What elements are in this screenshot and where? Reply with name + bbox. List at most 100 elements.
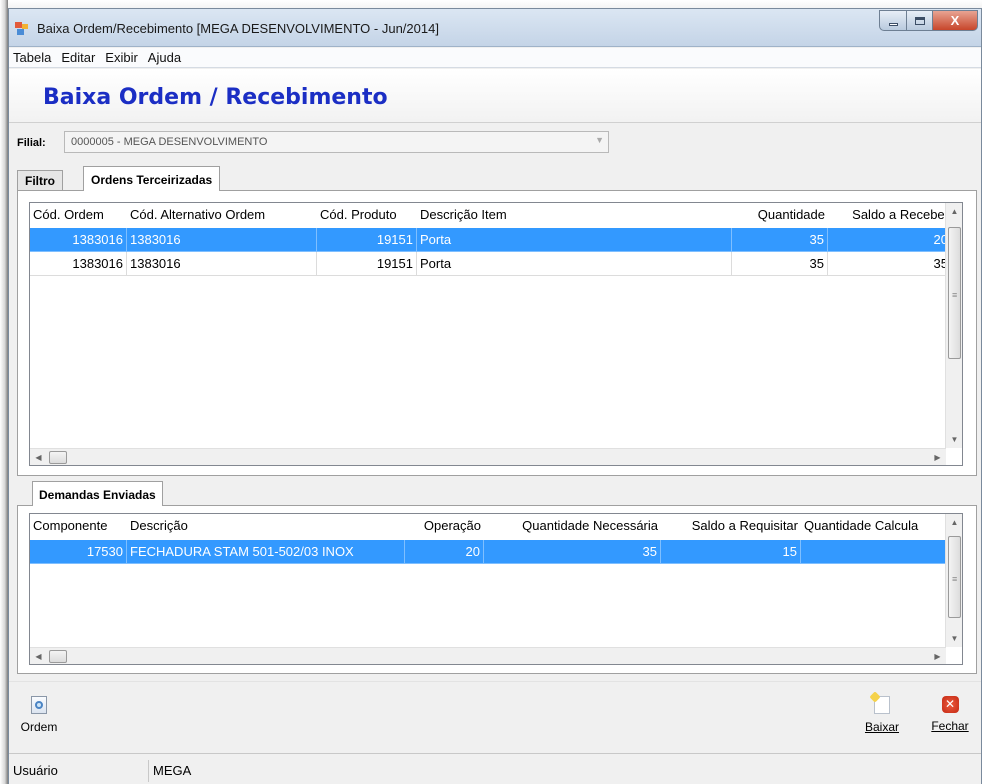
- cell-cod-produto: 19151: [317, 252, 417, 276]
- menu-tabela[interactable]: Tabela: [13, 50, 51, 65]
- orders-grid[interactable]: Cód. Ordem Cód. Alternativo Ordem Cód. P…: [29, 202, 963, 466]
- page-header: Baixa Ordem / Recebimento: [9, 69, 981, 123]
- col-saldo-receber[interactable]: Saldo a Receber: [828, 203, 952, 227]
- minimize-icon: [888, 23, 898, 26]
- scroll-thumb[interactable]: ≡: [948, 227, 961, 359]
- col-quantidade[interactable]: Quantidade: [732, 203, 828, 227]
- grip-icon: ≡: [952, 290, 958, 300]
- scroll-up-icon[interactable]: ▲: [946, 203, 962, 220]
- maximize-button[interactable]: [906, 10, 932, 31]
- menu-ajuda[interactable]: Ajuda: [148, 50, 181, 65]
- scroll-left-icon[interactable]: ◀: [30, 648, 47, 664]
- table-row[interactable]: 1383016 1383016 19151 Porta 35 35: [30, 252, 952, 276]
- orders-vertical-scrollbar[interactable]: ▲ ≡ ▼: [945, 203, 962, 448]
- status-bar: Usuário MEGA: [9, 753, 981, 784]
- cell-descricao: Porta: [417, 252, 732, 276]
- cell-cod-ordem: 1383016: [30, 252, 127, 276]
- col-cod-alternativo[interactable]: Cód. Alternativo Ordem: [127, 203, 317, 227]
- orders-horizontal-scrollbar[interactable]: ◀ ▶: [30, 448, 946, 465]
- cell-componente: 17530: [30, 540, 127, 564]
- minimize-button[interactable]: [879, 10, 906, 31]
- cell-descricao: Porta: [417, 228, 732, 252]
- scroll-left-icon[interactable]: ◀: [30, 449, 47, 465]
- top-edge: [0, 0, 982, 8]
- cell-quantidade: 35: [732, 252, 828, 276]
- cell-descricao: FECHADURA STAM 501-502/03 INOX: [127, 540, 405, 564]
- window-title: Baixa Ordem/Recebimento [MEGA DESENVOLVI…: [37, 21, 439, 36]
- menu-editar[interactable]: Editar: [61, 50, 95, 65]
- ordem-button[interactable]: Ordem: [19, 696, 59, 734]
- window-controls: X: [879, 10, 978, 32]
- menu-bar: Tabela Editar Exibir Ajuda: [9, 48, 981, 68]
- demandas-panel: Componente Descrição Operação Quantidade…: [17, 505, 977, 674]
- window-close-button[interactable]: X: [932, 10, 978, 31]
- chevron-down-icon: ▼: [595, 135, 604, 145]
- demands-vertical-scrollbar[interactable]: ▲ ≡ ▼: [945, 514, 962, 647]
- document-search-icon: [31, 696, 47, 714]
- cell-operacao: 20: [405, 540, 484, 564]
- ordem-label: Ordem: [20, 720, 58, 734]
- cell-saldo: 20: [828, 228, 952, 252]
- scroll-thumb[interactable]: ≡: [948, 536, 961, 618]
- col-quantidade-calculada[interactable]: Quantidade Calcula: [801, 514, 952, 538]
- tab-ordens-label: Ordens Terceirizadas: [91, 173, 213, 187]
- filial-value: 0000005 - MEGA DESENVOLVIMENTO: [71, 136, 268, 148]
- ordens-panel: Cód. Ordem Cód. Alternativo Ordem Cód. P…: [17, 190, 977, 476]
- maximize-icon: [914, 16, 925, 25]
- table-row[interactable]: 1383016 1383016 19151 Porta 35 20: [30, 228, 952, 252]
- filial-label: Filial:: [17, 137, 46, 149]
- col-operacao[interactable]: Operação: [405, 514, 484, 538]
- baixar-label: Baixar: [864, 720, 899, 734]
- orders-grid-header: Cód. Ordem Cód. Alternativo Ordem Cód. P…: [30, 203, 962, 227]
- col-saldo-requisitar[interactable]: Saldo a Requisitar: [661, 514, 801, 538]
- tab-demandas-enviadas[interactable]: Demandas Enviadas: [32, 481, 163, 506]
- cell-saldo: 35: [828, 252, 952, 276]
- close-icon: X: [950, 13, 960, 28]
- new-document-icon: [869, 691, 890, 714]
- demands-grid-header: Componente Descrição Operação Quantidade…: [30, 514, 962, 538]
- tab-filtro-label: Filtro: [25, 174, 55, 188]
- grip-icon: ≡: [952, 574, 958, 584]
- cell-saldo-requisitar: 15: [661, 540, 801, 564]
- filial-select[interactable]: 0000005 - MEGA DESENVOLVIMENTO ▼: [64, 131, 609, 153]
- scroll-down-icon[interactable]: ▼: [946, 630, 962, 647]
- cell-cod-alternativo: 1383016: [127, 252, 317, 276]
- col-componente[interactable]: Componente: [30, 514, 127, 538]
- col-cod-produto[interactable]: Cód. Produto: [317, 203, 417, 227]
- cell-quantidade: 35: [732, 228, 828, 252]
- demands-grid[interactable]: Componente Descrição Operação Quantidade…: [29, 513, 963, 665]
- col-cod-ordem[interactable]: Cód. Ordem: [30, 203, 127, 227]
- fechar-button[interactable]: ✕ Fechar: [927, 696, 973, 733]
- col-descricao-item[interactable]: Descrição Item: [417, 203, 732, 227]
- tab-filtro[interactable]: Filtro: [17, 170, 63, 190]
- cell-cod-ordem: 1383016: [30, 228, 127, 252]
- scroll-thumb[interactable]: [49, 650, 67, 663]
- app-icon: [15, 22, 29, 35]
- col-descricao[interactable]: Descrição: [127, 514, 405, 538]
- tab-demandas-label: Demandas Enviadas: [39, 488, 156, 502]
- cell-cod-alternativo: 1383016: [127, 228, 317, 252]
- scroll-right-icon[interactable]: ▶: [929, 648, 946, 664]
- left-edge: [0, 0, 8, 784]
- cell-quantidade-calculada: [801, 540, 952, 564]
- tab-ordens-terceirizadas[interactable]: Ordens Terceirizadas: [83, 166, 221, 191]
- close-circle-icon: ✕: [941, 696, 959, 713]
- status-user-label: Usuário: [9, 760, 149, 782]
- col-quantidade-necessaria[interactable]: Quantidade Necessária: [484, 514, 661, 538]
- scroll-right-icon[interactable]: ▶: [929, 449, 946, 465]
- title-bar[interactable]: Baixa Ordem/Recebimento [MEGA DESENVOLVI…: [9, 9, 981, 47]
- page-title: Baixa Ordem / Recebimento: [43, 85, 388, 110]
- baixar-button[interactable]: Baixar: [861, 691, 903, 734]
- status-user-value: MEGA: [153, 763, 192, 778]
- scroll-up-icon[interactable]: ▲: [946, 514, 962, 531]
- bottom-toolbar: Ordem Baixar ✕ Fechar: [9, 681, 981, 751]
- cell-quantidade-necessaria: 35: [484, 540, 661, 564]
- table-row[interactable]: 17530 FECHADURA STAM 501-502/03 INOX 20 …: [30, 540, 952, 564]
- scroll-down-icon[interactable]: ▼: [946, 431, 962, 448]
- cell-cod-produto: 19151: [317, 228, 417, 252]
- demands-horizontal-scrollbar[interactable]: ◀ ▶: [30, 647, 946, 664]
- fechar-label: Fechar: [931, 719, 969, 733]
- scroll-thumb[interactable]: [49, 451, 67, 464]
- app-window: Baixa Ordem/Recebimento [MEGA DESENVOLVI…: [8, 8, 982, 784]
- menu-exibir[interactable]: Exibir: [105, 50, 138, 65]
